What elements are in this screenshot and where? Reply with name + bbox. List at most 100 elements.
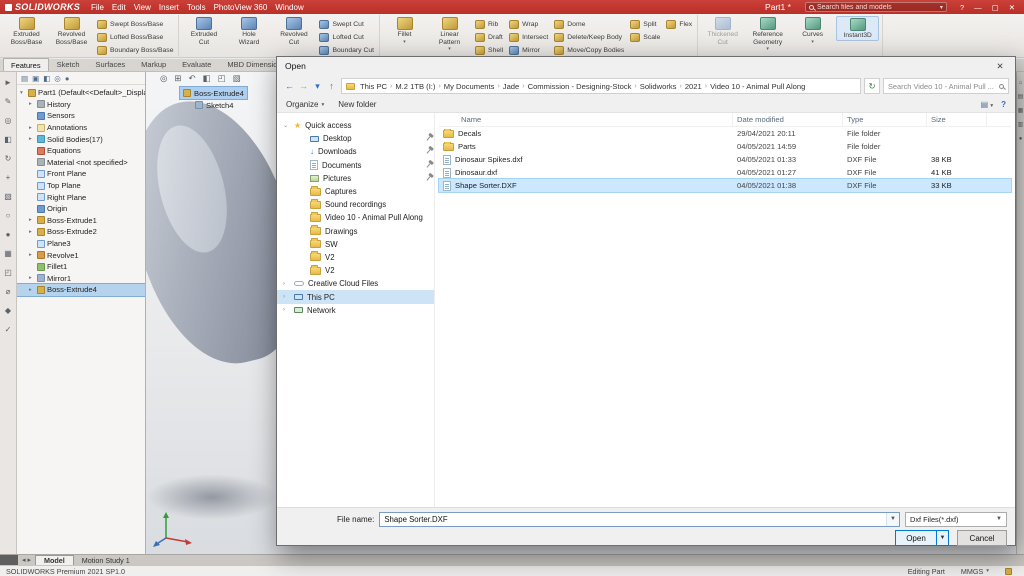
- expand-arrow-icon[interactable]: ▾: [20, 90, 26, 96]
- tab-scroll-left-icon[interactable]: ◂: [22, 556, 26, 564]
- tab-scroll-right-icon[interactable]: ▸: [28, 556, 32, 564]
- file-name-input[interactable]: Shape Sorter.DXF ▼: [379, 512, 900, 527]
- swept-boss-base-button[interactable]: Swept Boss/Base: [95, 18, 175, 30]
- menu-insert[interactable]: Insert: [155, 3, 183, 12]
- sketch-icon[interactable]: ✎: [5, 97, 12, 107]
- open-button-caret-icon[interactable]: ▼: [936, 531, 948, 545]
- expand-arrow-icon[interactable]: ▸: [29, 217, 35, 223]
- tree-item-annotations[interactable]: ▸Annotations: [17, 122, 145, 134]
- dialog-search-box[interactable]: Search Video 10 - Animal Pull ...: [883, 78, 1009, 94]
- file-row-parts[interactable]: Parts04/05/2021 14:59File folder: [439, 140, 1011, 153]
- hide-show-items-icon[interactable]: ○: [6, 211, 11, 221]
- expand-arrow-icon[interactable]: ▸: [29, 101, 35, 107]
- boundary-cut-button[interactable]: Boundary Cut: [317, 44, 376, 56]
- search-scope-caret-icon[interactable]: ▾: [940, 4, 943, 11]
- tab-sketch[interactable]: Sketch: [49, 57, 88, 71]
- configuration-manager-tab-icon[interactable]: ◧: [43, 74, 50, 83]
- tree-item-boss-extrude2[interactable]: ▸Boss-Extrude2: [17, 226, 145, 238]
- flex-button[interactable]: Flex: [664, 18, 694, 30]
- rib-button[interactable]: Rib: [473, 18, 505, 30]
- model-tab-model[interactable]: Model: [35, 555, 74, 565]
- menu-file[interactable]: File: [87, 3, 108, 12]
- column-header-size[interactable]: Size: [927, 113, 987, 126]
- nav-item-documents[interactable]: Documents: [277, 159, 434, 172]
- help-icon[interactable]: ?: [1001, 100, 1006, 109]
- nav-item-this-pc[interactable]: ›This PC: [277, 290, 434, 303]
- new-folder-button[interactable]: New folder: [338, 100, 376, 109]
- pan-icon[interactable]: +: [6, 173, 11, 183]
- file-row-decals[interactable]: Decals29/04/2021 20:11File folder: [439, 127, 1011, 140]
- back-icon[interactable]: ←: [283, 79, 296, 93]
- help-icon[interactable]: ?: [955, 3, 969, 12]
- hole-wizard-button[interactable]: Hole Wizard: [227, 16, 270, 46]
- file-row-shape-sorter-dxf[interactable]: Shape Sorter.DXF04/05/2021 01:38DXF File…: [439, 179, 1011, 192]
- file-name-caret-icon[interactable]: ▼: [886, 513, 899, 526]
- display-style-icon[interactable]: ▧: [4, 192, 12, 202]
- design-library-icon[interactable]: ▤: [1018, 94, 1024, 100]
- expand-arrow-icon[interactable]: ▸: [29, 125, 35, 131]
- file-explorer-icon[interactable]: ▦: [1018, 108, 1024, 114]
- evaluate-icon[interactable]: ✓: [5, 325, 12, 335]
- revolved-cut-button[interactable]: Revolved Cut: [272, 16, 315, 46]
- previous-view-icon[interactable]: ↶: [189, 73, 196, 84]
- minimize-icon[interactable]: —: [969, 3, 987, 12]
- scene-icon[interactable]: ▦: [4, 249, 12, 259]
- menu-photoview-360[interactable]: PhotoView 360: [210, 3, 272, 12]
- measure-icon[interactable]: ⌀: [6, 287, 11, 297]
- move-copy-bodies-button[interactable]: Move/Copy Bodies: [552, 44, 626, 56]
- revolved-boss-base-button[interactable]: Revolved Boss/Base: [50, 16, 93, 46]
- model-tab-motion-study-1[interactable]: Motion Study 1: [74, 555, 138, 565]
- custom-properties-tag-icon[interactable]: [1005, 568, 1012, 575]
- appearances-icon[interactable]: ●: [1019, 136, 1023, 142]
- dimxpert-tab-icon[interactable]: ◎: [54, 74, 61, 83]
- shell-button[interactable]: Shell: [473, 44, 505, 56]
- cancel-button[interactable]: Cancel: [957, 530, 1007, 546]
- view-palette-icon[interactable]: ▥: [1018, 122, 1024, 128]
- curves-button[interactable]: Curves▾: [791, 16, 834, 44]
- lofted-cut-button[interactable]: Lofted Cut: [317, 31, 376, 43]
- breadcrumb[interactable]: This PC›M.2 1TB (I:)›My Documents›Jade›C…: [341, 78, 861, 94]
- column-header-type[interactable]: Type: [843, 113, 927, 126]
- tree-item-boss-extrude4[interactable]: ▸Boss-Extrude4: [17, 284, 145, 296]
- expand-chevron-icon[interactable]: ›: [283, 307, 290, 313]
- column-header-name[interactable]: Name: [439, 113, 733, 126]
- scale-button[interactable]: Scale: [628, 31, 662, 43]
- swept-cut-button[interactable]: Swept Cut: [317, 18, 376, 30]
- dialog-close-icon[interactable]: ✕: [985, 57, 1015, 75]
- expand-chevron-icon[interactable]: ›: [283, 281, 290, 287]
- nav-item-pictures[interactable]: Pictures: [277, 172, 434, 185]
- tree-item-mirror1[interactable]: ▸Mirror1: [17, 273, 145, 285]
- zoom-fit-icon[interactable]: ◎: [160, 73, 167, 84]
- nav-item-drawings[interactable]: Drawings: [277, 225, 434, 238]
- draft-button[interactable]: Draft: [473, 31, 505, 43]
- reference-geometry-button[interactable]: Reference Geometry▾: [746, 16, 789, 51]
- nav-item-sound-recordings[interactable]: Sound recordings: [277, 198, 434, 211]
- nav-item-captures[interactable]: Captures: [277, 185, 434, 198]
- expand-arrow-icon[interactable]: ▸: [29, 275, 35, 281]
- fillet-button[interactable]: Fillet▾: [383, 16, 426, 44]
- change-view-button[interactable]: ▤ ▾: [981, 100, 994, 109]
- section-view-icon[interactable]: ◧: [4, 135, 12, 145]
- menu-view[interactable]: View: [130, 3, 155, 12]
- organize-button[interactable]: Organize ▾: [286, 100, 324, 109]
- expand-chevron-icon[interactable]: ›: [283, 294, 290, 300]
- tree-item-origin[interactable]: Origin: [17, 203, 145, 215]
- zoom-fit-icon[interactable]: ◎: [5, 116, 12, 126]
- tree-item-sensors[interactable]: Sensors: [17, 110, 145, 122]
- dialog-title-bar[interactable]: Open ✕: [277, 57, 1015, 75]
- breadcrumb-my-documents[interactable]: My Documents: [443, 82, 496, 91]
- nav-item-sw[interactable]: SW: [277, 238, 434, 251]
- column-header-date-modified[interactable]: Date modified: [733, 113, 843, 126]
- recent-caret-icon[interactable]: ▾: [311, 79, 324, 93]
- appearances-icon[interactable]: ●: [6, 230, 11, 240]
- tree-item-top-plane[interactable]: Top Plane: [17, 180, 145, 192]
- nav-item-v2[interactable]: V2: [277, 264, 434, 277]
- tree-item-plane3[interactable]: Plane3: [17, 238, 145, 250]
- titlebar-search-box[interactable]: Search files and models ▾: [805, 2, 947, 12]
- tree-item-boss-extrude1[interactable]: ▸Boss-Extrude1: [17, 215, 145, 227]
- tree-item-history[interactable]: ▸History: [17, 99, 145, 111]
- expand-chevron-icon[interactable]: ⌄: [283, 122, 290, 129]
- lofted-boss-base-button[interactable]: Lofted Boss/Base: [95, 31, 175, 43]
- tab-surfaces[interactable]: Surfaces: [88, 57, 134, 71]
- flyout-selected-feature[interactable]: Boss-Extrude4: [180, 87, 247, 99]
